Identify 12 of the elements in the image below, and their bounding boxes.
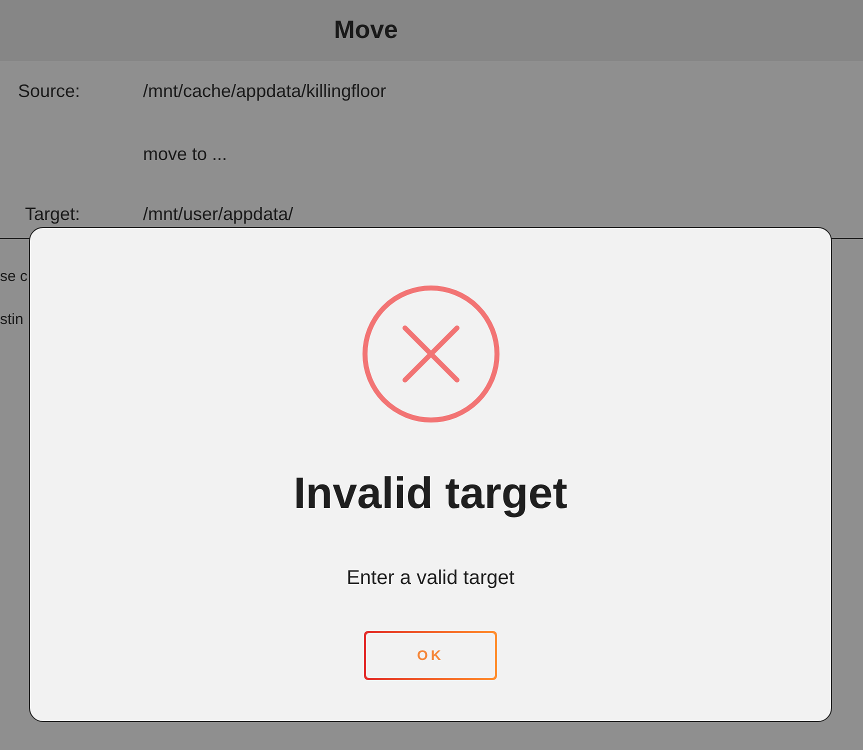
field-label: Target: [24, 204, 80, 224]
partial-text: stin [0, 311, 24, 329]
field-value: /mnt/user/appdata/ [143, 203, 294, 226]
partial-text: se c [0, 268, 28, 286]
field-label: Source: [18, 81, 80, 101]
ok-button[interactable]: OK [364, 631, 497, 680]
page-title: Move [334, 14, 398, 46]
dialog-title: Invalid target [294, 468, 568, 520]
field-value: move to ... [143, 143, 228, 166]
error-icon [362, 285, 500, 423]
field-value: /mnt/cache/appdata/killingfloor [143, 80, 386, 103]
dialog-message: Enter a valid target [346, 566, 514, 591]
